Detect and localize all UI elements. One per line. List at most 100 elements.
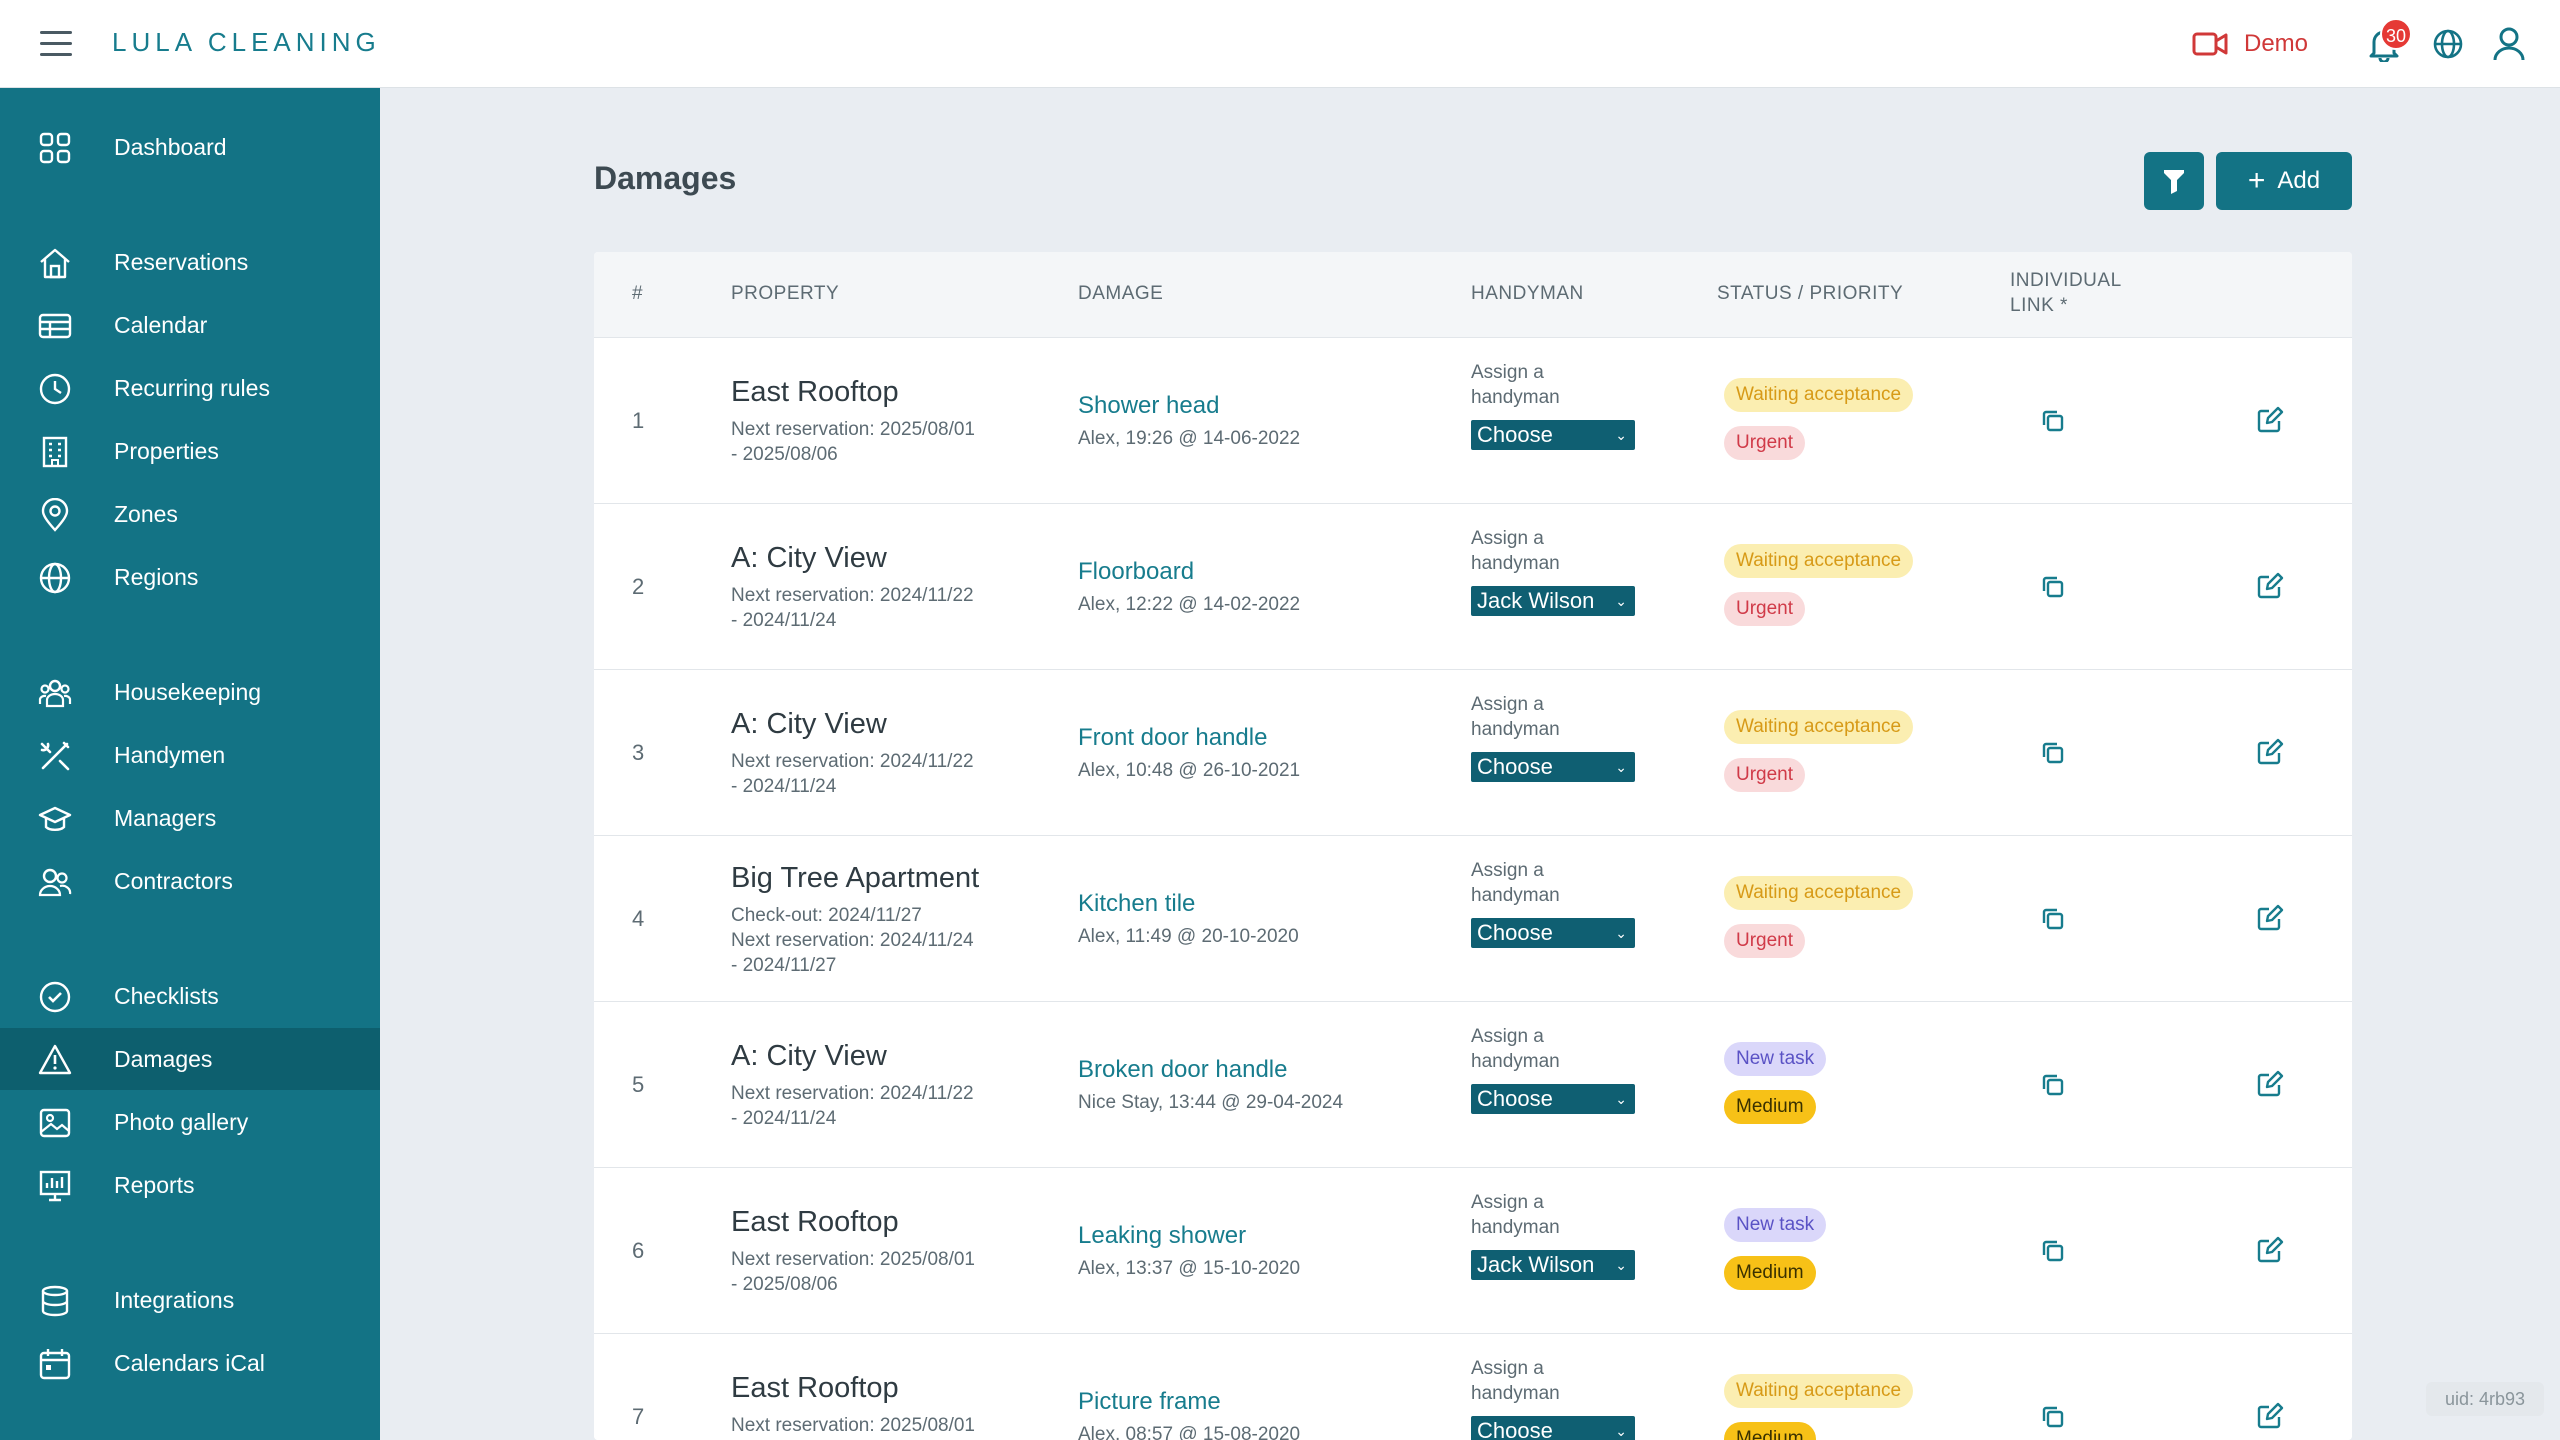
header-damage[interactable]: DAMAGE (1078, 283, 1163, 305)
header-status-priority[interactable]: STATUS / PRIORITY (1717, 283, 1903, 305)
sidebar-item-housekeeping[interactable]: Housekeeping (0, 661, 380, 723)
table-row[interactable]: 7 East Rooftop Next reservation: 2025/08… (594, 1334, 2352, 1440)
chevron-down-icon: ⌄ (1615, 426, 1627, 443)
status-cell: Waiting acceptance Urgent (1724, 378, 1914, 474)
copy-link-icon[interactable] (2040, 906, 2066, 932)
handyman-cell: Assign a handyman Jack Wilson ⌄ (1471, 1190, 1635, 1280)
page-title: Damages (594, 160, 737, 196)
damage-link[interactable]: Picture frame (1078, 1388, 1300, 1416)
sidebar-item-reports[interactable]: Reports (0, 1154, 380, 1216)
priority-badge: Urgent (1724, 592, 1806, 626)
sidebar-item-checklists[interactable]: Checklists (0, 965, 380, 1027)
copy-link-icon[interactable] (2040, 408, 2066, 434)
damage-link[interactable]: Leaking shower (1078, 1222, 1300, 1250)
filter-button[interactable] (2144, 152, 2204, 210)
damage-link[interactable]: Broken door handle (1078, 1056, 1343, 1084)
handyman-select[interactable]: Jack Wilson ⌄ (1471, 1250, 1635, 1280)
table-row[interactable]: 3 A: City View Next reservation: 2024/11… (594, 670, 2352, 836)
property-name: East Rooftop (731, 376, 899, 408)
sidebar-item-integrations[interactable]: Integrations (0, 1269, 380, 1331)
edit-icon[interactable] (2256, 904, 2284, 932)
sidebar-item-photo-gallery[interactable]: Photo gallery (0, 1091, 380, 1153)
sidebar-item-calendars-ical[interactable]: Calendars iCal (0, 1332, 380, 1394)
property-cell: A: City View Next reservation: 2024/11/2… (731, 708, 974, 799)
damage-link[interactable]: Front door handle (1078, 724, 1300, 752)
priority-badge: Medium (1724, 1256, 1816, 1290)
sidebar-item-label: Handymen (114, 741, 226, 768)
row-number: 6 (632, 1238, 645, 1263)
copy-link-icon[interactable] (2040, 740, 2066, 766)
handyman-select[interactable]: Jack Wilson ⌄ (1471, 586, 1635, 616)
sidebar-item-zones[interactable]: Zones (0, 483, 380, 545)
sidebar-item-properties[interactable]: Properties (0, 420, 380, 482)
chevron-down-icon: ⌄ (1615, 1256, 1627, 1273)
handyman-select[interactable]: Choose ⌄ (1471, 918, 1635, 948)
table-row[interactable]: 1 East Rooftop Next reservation: 2025/08… (594, 338, 2352, 504)
sidebar-item-calendar[interactable]: Calendar (0, 294, 380, 356)
damage-link[interactable]: Kitchen tile (1078, 890, 1299, 918)
handyman-select[interactable]: Choose ⌄ (1471, 752, 1635, 782)
handyman-select-value: Choose (1477, 1086, 1553, 1111)
copy-link-icon[interactable] (2040, 1238, 2066, 1264)
property-reservation-line: - 2025/08/06 (731, 1274, 838, 1295)
edit-icon[interactable] (2256, 1236, 2284, 1264)
handyman-cell: Assign a handyman Choose ⌄ (1471, 692, 1635, 782)
app-logo[interactable]: LULA CLEANING (112, 27, 381, 58)
sidebar-item-handymen[interactable]: Handymen (0, 724, 380, 786)
damage-meta: Alex, 13:37 @ 15-10-2020 (1078, 1258, 1301, 1279)
edit-icon[interactable] (2256, 738, 2284, 766)
edit-icon[interactable] (2256, 1402, 2284, 1430)
sidebar-item-label: Regions (114, 563, 199, 590)
sidebar-item-dashboard[interactable]: Dashboard (0, 116, 380, 178)
chevron-down-icon: ⌄ (1615, 758, 1627, 775)
sidebar-item-damages[interactable]: Damages (0, 1028, 380, 1090)
edit-icon[interactable] (2256, 572, 2284, 600)
demo-button[interactable]: Demo (2192, 26, 2308, 62)
copy-link-icon[interactable] (2040, 574, 2066, 600)
add-button-label: Add (2277, 167, 2321, 194)
sidebar-item-contractors[interactable]: Contractors (0, 850, 380, 912)
copy-link-icon[interactable] (2040, 1072, 2066, 1098)
status-cell: Waiting acceptance Urgent (1724, 544, 1914, 640)
check-circle-icon (39, 981, 71, 1013)
assign-handyman-label: Assign a handyman (1471, 1358, 1560, 1404)
copy-link-icon[interactable] (2040, 1404, 2066, 1430)
chevron-down-icon: ⌄ (1615, 924, 1627, 941)
sidebar-item-recurring-rules[interactable]: Recurring rules (0, 357, 380, 419)
edit-icon[interactable] (2256, 1070, 2284, 1098)
user-profile-icon[interactable] (2492, 26, 2526, 62)
sidebar-item-label: Housekeeping (114, 678, 262, 705)
graduation-cap-icon (38, 806, 72, 831)
edit-icon[interactable] (2256, 406, 2284, 434)
header-individual-link-2: LINK * (2010, 295, 2068, 316)
damage-link[interactable]: Shower head (1078, 392, 1300, 420)
sidebar-item-label: Calendars iCal (114, 1349, 265, 1376)
table-row[interactable]: 6 East Rooftop Next reservation: 2025/08… (594, 1168, 2352, 1334)
damage-meta: Nice Stay, 13:44 @ 29-04-2024 (1078, 1092, 1344, 1113)
property-reservation-line: Next reservation: 2024/11/22 (731, 1083, 974, 1104)
table-row[interactable]: 2 A: City View Next reservation: 2024/11… (594, 504, 2352, 670)
menu-icon[interactable] (40, 31, 72, 57)
handyman-select[interactable]: Choose ⌄ (1471, 1084, 1635, 1114)
handyman-select-value: Choose (1477, 422, 1553, 447)
damage-cell: Shower head Alex, 19:26 @ 14-06-2022 (1078, 392, 1300, 450)
tools-icon (40, 741, 70, 771)
table-row[interactable]: 4 Big Tree Apartment Check-out: 2024/11/… (594, 836, 2352, 1002)
priority-badge: Medium (1724, 1090, 1816, 1124)
add-damage-button[interactable]: + Add (2216, 152, 2352, 210)
header-property[interactable]: PROPERTY (731, 283, 839, 305)
header-handyman[interactable]: HANDYMAN (1471, 283, 1584, 305)
damage-link[interactable]: Floorboard (1078, 558, 1300, 586)
sidebar-item-regions[interactable]: Regions (0, 546, 380, 608)
table-row[interactable]: 5 A: City View Next reservation: 2024/11… (594, 1002, 2352, 1168)
sidebar-item-reservations[interactable]: Reservations (0, 231, 380, 293)
handyman-select[interactable]: Choose ⌄ (1471, 1416, 1635, 1440)
handyman-select[interactable]: Choose ⌄ (1471, 420, 1635, 450)
sidebar-item-managers[interactable]: Managers (0, 787, 380, 849)
handyman-cell: Assign a handyman Choose ⌄ (1471, 360, 1635, 450)
uid-label: uid: 4rb93 (2426, 1382, 2544, 1416)
property-reservation-line: Check-out: 2024/11/27 (731, 905, 922, 926)
damage-cell: Front door handle Alex, 10:48 @ 26-10-20… (1078, 724, 1300, 782)
language-globe-icon[interactable] (2432, 28, 2464, 60)
row-number: 2 (632, 574, 645, 599)
